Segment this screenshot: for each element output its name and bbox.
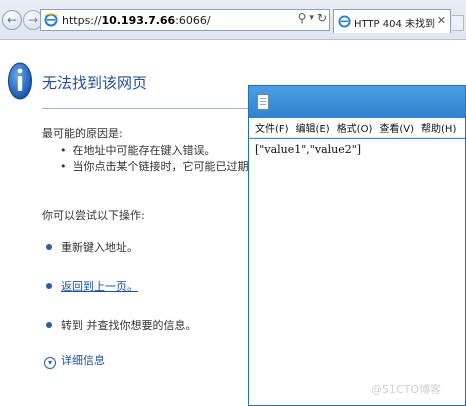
menu-help[interactable]: 帮助(H) bbox=[421, 120, 456, 135]
browser-toolbar: ← → https://10.193.7.66:6066/ ⚲ ▾ ↻ HTTP… bbox=[0, 0, 466, 40]
bullet-icon bbox=[46, 244, 52, 250]
refresh-icon[interactable]: ↻ bbox=[317, 11, 327, 25]
action-retype: 重新键入地址。 bbox=[46, 239, 138, 255]
notepad-icon bbox=[257, 94, 269, 110]
menu-edit[interactable]: 编辑(E) bbox=[296, 120, 330, 135]
back-button[interactable]: ← bbox=[2, 10, 22, 30]
tab-label: HTTP 404 未找到 bbox=[354, 19, 436, 30]
action-find: 转到 并查找你想要的信息。 bbox=[46, 317, 197, 333]
tab-http-404[interactable]: HTTP 404 未找到 ✕ bbox=[333, 9, 451, 33]
causes-heading: 最可能的原因是: bbox=[42, 127, 123, 140]
action-go-back: 返回到上一页。 bbox=[46, 278, 138, 294]
menu-format[interactable]: 格式(O) bbox=[337, 120, 373, 135]
ie-tab-icon bbox=[338, 15, 351, 28]
cause-item: 当你点击某个链接时，它可能已过期。 bbox=[60, 159, 260, 175]
page-title: 无法找到该网页 bbox=[42, 74, 148, 92]
try-heading: 你可以尝试以下操作: bbox=[42, 209, 145, 222]
notepad-titlebar[interactable] bbox=[249, 86, 465, 118]
forward-arrow-icon: → bbox=[27, 13, 39, 27]
close-tab-icon[interactable]: ✕ bbox=[437, 14, 446, 27]
more-info-toggle[interactable]: ▾ 详细信息 bbox=[44, 352, 105, 369]
notepad-content: ["value1","value2"] bbox=[255, 143, 362, 156]
back-arrow-icon: ← bbox=[6, 13, 18, 27]
new-tab-button[interactable] bbox=[452, 15, 464, 31]
go-back-link[interactable]: 返回到上一页。 bbox=[61, 280, 138, 293]
bullet-icon bbox=[46, 283, 52, 289]
bullet-icon bbox=[46, 322, 52, 328]
search-icon[interactable]: ⚲ bbox=[298, 11, 307, 25]
menu-view[interactable]: 查看(V) bbox=[379, 120, 414, 135]
chevron-down-icon: ▾ bbox=[44, 357, 56, 369]
address-bar[interactable]: https://10.193.7.66:6066/ ⚲ ▾ ↻ bbox=[40, 9, 330, 31]
causes-list: 在地址中可能存在键入错误。 当你点击某个链接时，它可能已过期。 bbox=[60, 143, 260, 175]
notepad-window[interactable]: 文件(F) 编辑(E) 格式(O) 查看(V) 帮助(H) ["value1",… bbox=[248, 85, 466, 406]
info-icon bbox=[8, 62, 32, 100]
dropdown-icon[interactable]: ▾ bbox=[309, 13, 314, 23]
notepad-text-area[interactable]: ["value1","value2"] bbox=[249, 139, 465, 405]
watermark: @51CTO博客 bbox=[371, 383, 442, 396]
notepad-menubar: 文件(F) 编辑(E) 格式(O) 查看(V) 帮助(H) bbox=[249, 118, 465, 138]
menu-file[interactable]: 文件(F) bbox=[255, 120, 289, 135]
url-text: https://10.193.7.66:6066/ bbox=[62, 14, 211, 27]
cause-item: 在地址中可能存在键入错误。 bbox=[60, 143, 260, 159]
ie-logo-icon bbox=[44, 13, 58, 27]
